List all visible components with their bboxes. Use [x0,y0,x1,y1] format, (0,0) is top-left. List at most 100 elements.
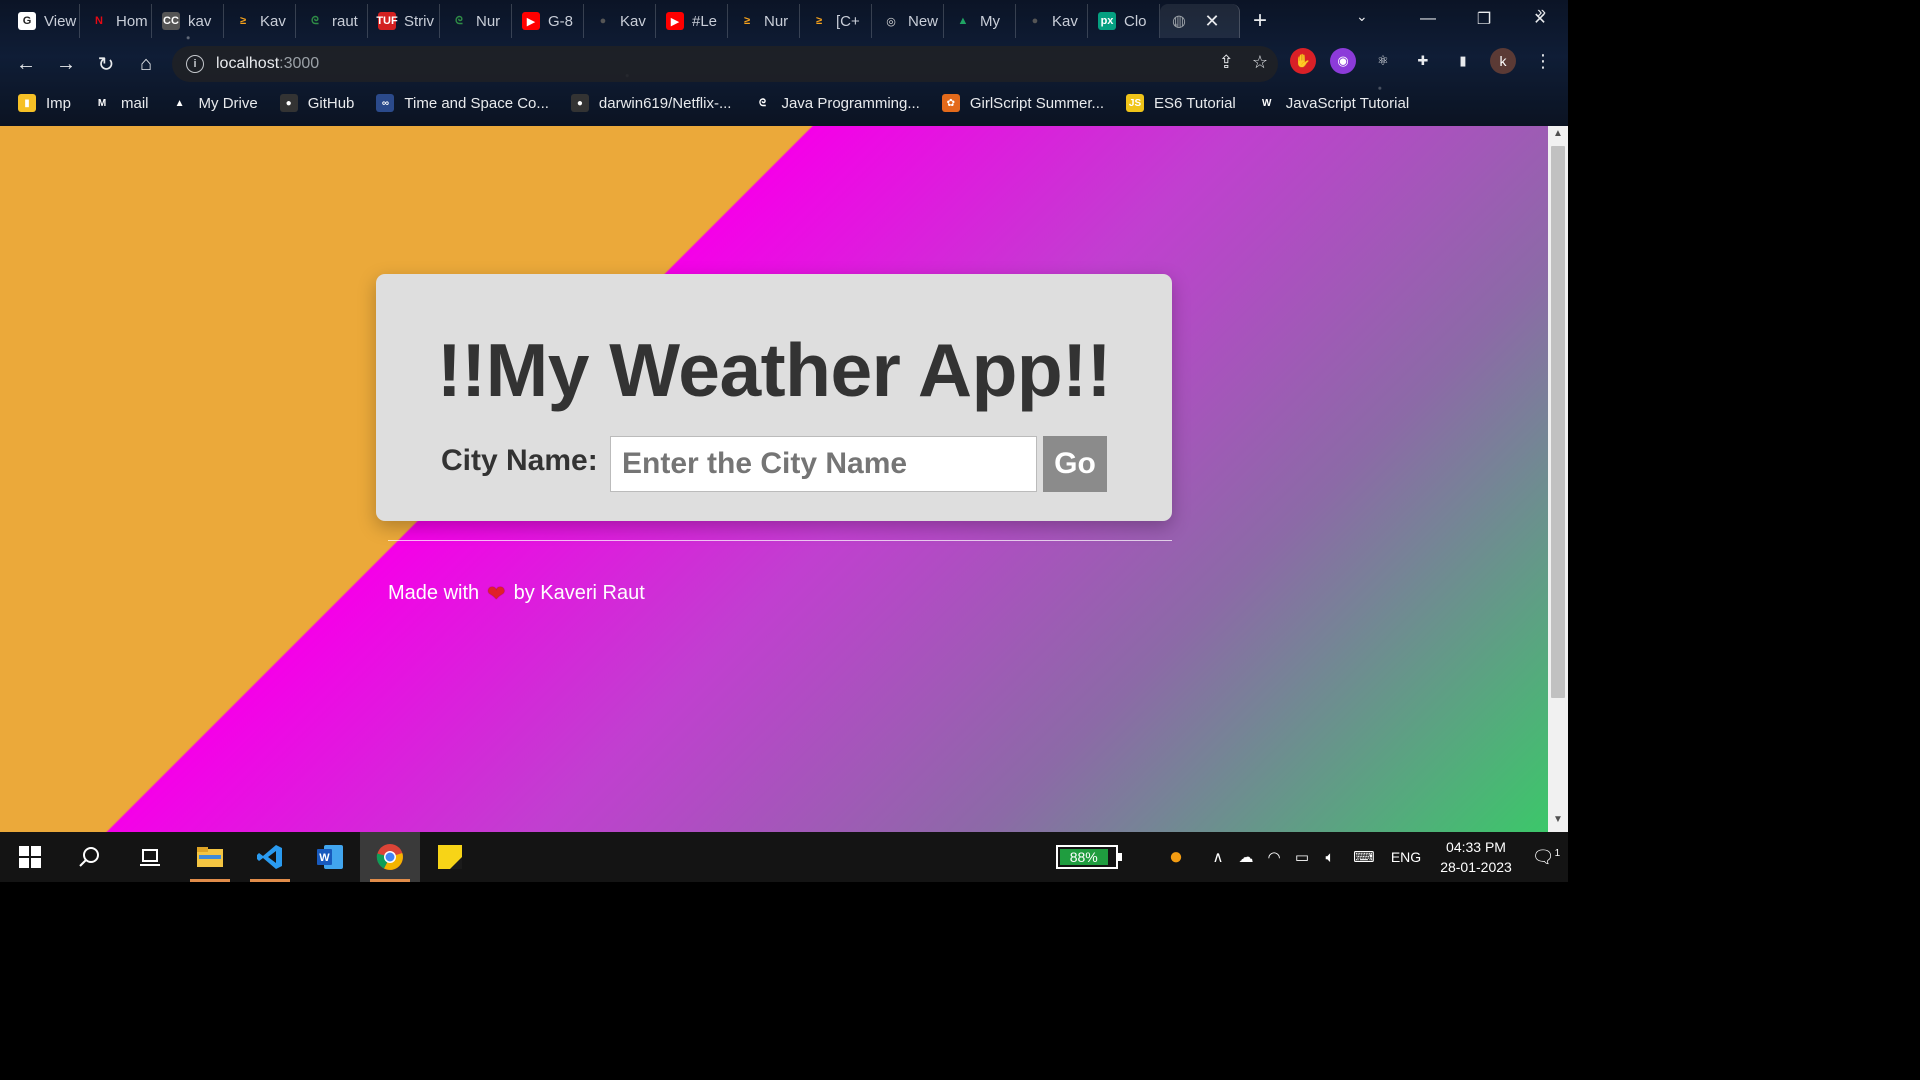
svg-text:W: W [319,852,330,864]
extension-purple-icon[interactable]: ◉ [1330,48,1356,74]
tab-10[interactable]: ≥ Nur [728,4,800,38]
file-explorer-icon[interactable] [180,832,240,882]
bookmark-item[interactable]: Mmail [93,94,149,112]
forward-icon[interactable]: → [46,44,86,84]
battery-tray-icon[interactable]: ▭ [1288,848,1316,866]
tab-2[interactable]: CC kav [152,4,224,38]
keyboard-icon[interactable]: ⌨ [1344,848,1384,866]
tab-label: raut [332,12,358,30]
app-title: !!My Weather App!! [436,328,1112,412]
bookmark-item[interactable]: JS ES6 Tutorial [1126,94,1236,112]
tab-8[interactable]: ● Kav [584,4,656,38]
tab-favicon-icon: ▲ [957,15,969,27]
restore-icon[interactable]: ❐ [1456,0,1512,38]
tab-label: [C+ [836,12,860,30]
scroll-thumb[interactable] [1551,146,1565,698]
share-icon[interactable]: ⇪ [1219,52,1234,73]
status-orange-icon[interactable]: ● [1162,843,1190,871]
notification-count: 1 [1554,847,1561,859]
bookmark-item[interactable]: ✿ GirlScript Summer... [941,94,1105,112]
vscode-icon[interactable] [240,832,300,882]
sticky-notes-icon[interactable] [420,832,480,882]
menu-kebab-icon[interactable]: ⋮ [1530,48,1556,74]
react-devtools-icon[interactable]: ⚛ [1370,48,1396,74]
bookmark-star-icon[interactable]: ☆ [1252,52,1268,73]
search-icon[interactable] [60,832,120,882]
bookmarks-bar: ▮ Imp Mmail ▲ My Drive ● GitHub ∞ Time and Space… [0,88,1568,118]
url-port: :3000 [279,55,320,72]
language-indicator[interactable]: ENG [1384,849,1428,865]
tab-9[interactable]: ▶ #Le [656,4,728,38]
tab-active-localhost[interactable]: ◍ ✕ [1160,4,1240,38]
tab-11[interactable]: ≥ [C+ [800,4,872,38]
bookmark-favicon-icon: ▲ [174,97,185,109]
extensions-puzzle-icon[interactable]: ✚ [1410,48,1436,74]
word-icon[interactable]: W [300,832,360,882]
wifi-icon[interactable]: ◠ [1260,848,1288,866]
tab-3[interactable]: ≥ Kav [224,4,296,38]
side-panel-icon[interactable]: ▮ [1450,48,1476,74]
bookmark-label: GirlScript Summer... [969,94,1105,112]
bookmark-item[interactable]: ᘓ Java Programming... [753,94,920,112]
adblock-extension-icon[interactable]: ✋ [1290,48,1316,74]
bookmark-item[interactable]: ▮ Imp [18,94,71,112]
new-tab-plus-icon[interactable]: + [1240,7,1280,35]
city-name-input[interactable] [610,436,1037,492]
bookmarks-overflow-icon[interactable]: » [1537,4,1546,22]
tab-14[interactable]: ● Kav [1016,4,1088,38]
clock[interactable]: 04:33 PM 28-01-2023 [1428,837,1524,877]
site-info-icon[interactable]: i [186,55,204,73]
bookmark-item[interactable]: ▲ My Drive [171,94,258,112]
page-scrollbar[interactable]: ▲ ▼ [1548,126,1568,832]
tab-13[interactable]: ▲ My [944,4,1016,38]
profile-avatar[interactable]: k [1490,48,1516,74]
show-hidden-icons-chevron[interactable]: ∧ [1204,848,1232,866]
onedrive-icon[interactable]: ☁ [1232,848,1260,866]
bookmark-favicon-icon: W [1262,97,1272,109]
task-view-icon[interactable] [120,832,180,882]
tab-favicon-icon: CC [162,12,180,30]
tab-search-chevron-icon[interactable]: ⌄ [1356,8,1368,25]
scroll-up-icon[interactable]: ▲ [1548,128,1568,144]
tab-favicon-icon: ≥ [815,15,823,27]
volume-icon[interactable]: 🔈︎ [1316,849,1344,866]
back-icon[interactable]: ← [6,44,46,84]
browser-toolbar: ← → ↻ ⌂ i localhost :3000 ⇪ ☆ ✋ ◉ ⚛ ✚ ▮ … [0,44,1568,84]
bookmark-favicon-icon: ▮ [18,94,36,112]
tab-4[interactable]: ᘓ raut [296,4,368,38]
tab-15[interactable]: px Clo [1088,4,1160,38]
tab-0[interactable]: G View [8,4,80,38]
windows-taskbar: W 88% ● ∧ ☁ ◠ ▭ 🔈︎ ⌨ ENG 04:33 PM 28-01-… [0,832,1568,882]
tab-label: Nur [476,12,501,30]
tab-label: Clo [1124,12,1147,30]
chrome-icon[interactable] [360,832,420,882]
home-icon[interactable]: ⌂ [126,44,166,84]
tab-favicon-icon: ≥ [743,15,751,27]
bookmark-item[interactable]: ∞ Time and Space Co... [376,94,549,112]
scroll-down-icon[interactable]: ▼ [1548,814,1568,830]
notification-center-icon[interactable]: 🗨︎1 [1524,847,1568,868]
url-host: localhost [216,55,280,72]
tab-7[interactable]: ▶ G-8 [512,4,584,38]
footer: Made with ❤ by Kaveri Raut [388,582,645,605]
tab-favicon-icon: ▶ [666,12,684,30]
tab-6[interactable]: ᘓ Nur [440,4,512,38]
windows-start-icon[interactable] [0,832,60,882]
minimize-icon[interactable]: — [1400,0,1456,38]
address-bar[interactable]: i localhost :3000 ⇪ ☆ [172,46,1278,82]
tab-12[interactable]: ◎ New [872,4,944,38]
tab-5[interactable]: TUF Striv [368,4,440,38]
close-tab-icon[interactable]: ✕ [1200,11,1224,32]
tab-1[interactable]: N Hom [80,4,152,38]
reload-icon[interactable]: ↻ [86,44,126,84]
tab-favicon-icon: TUF [376,12,398,30]
battery-percent: 88% [1060,849,1108,865]
bookmark-favicon-icon: M [97,97,107,109]
battery-indicator[interactable]: 88% [1056,845,1122,869]
tab-favicon-icon: ≥ [239,15,247,27]
go-button[interactable]: Go [1043,436,1107,492]
bookmark-label: darwin619/Netflix-... [598,94,732,112]
bookmark-item[interactable]: ● GitHub [279,94,354,112]
bookmark-item[interactable]: ● darwin619/Netflix-... [570,94,732,112]
bookmark-item[interactable]: W JavaScript Tutorial [1258,94,1409,112]
